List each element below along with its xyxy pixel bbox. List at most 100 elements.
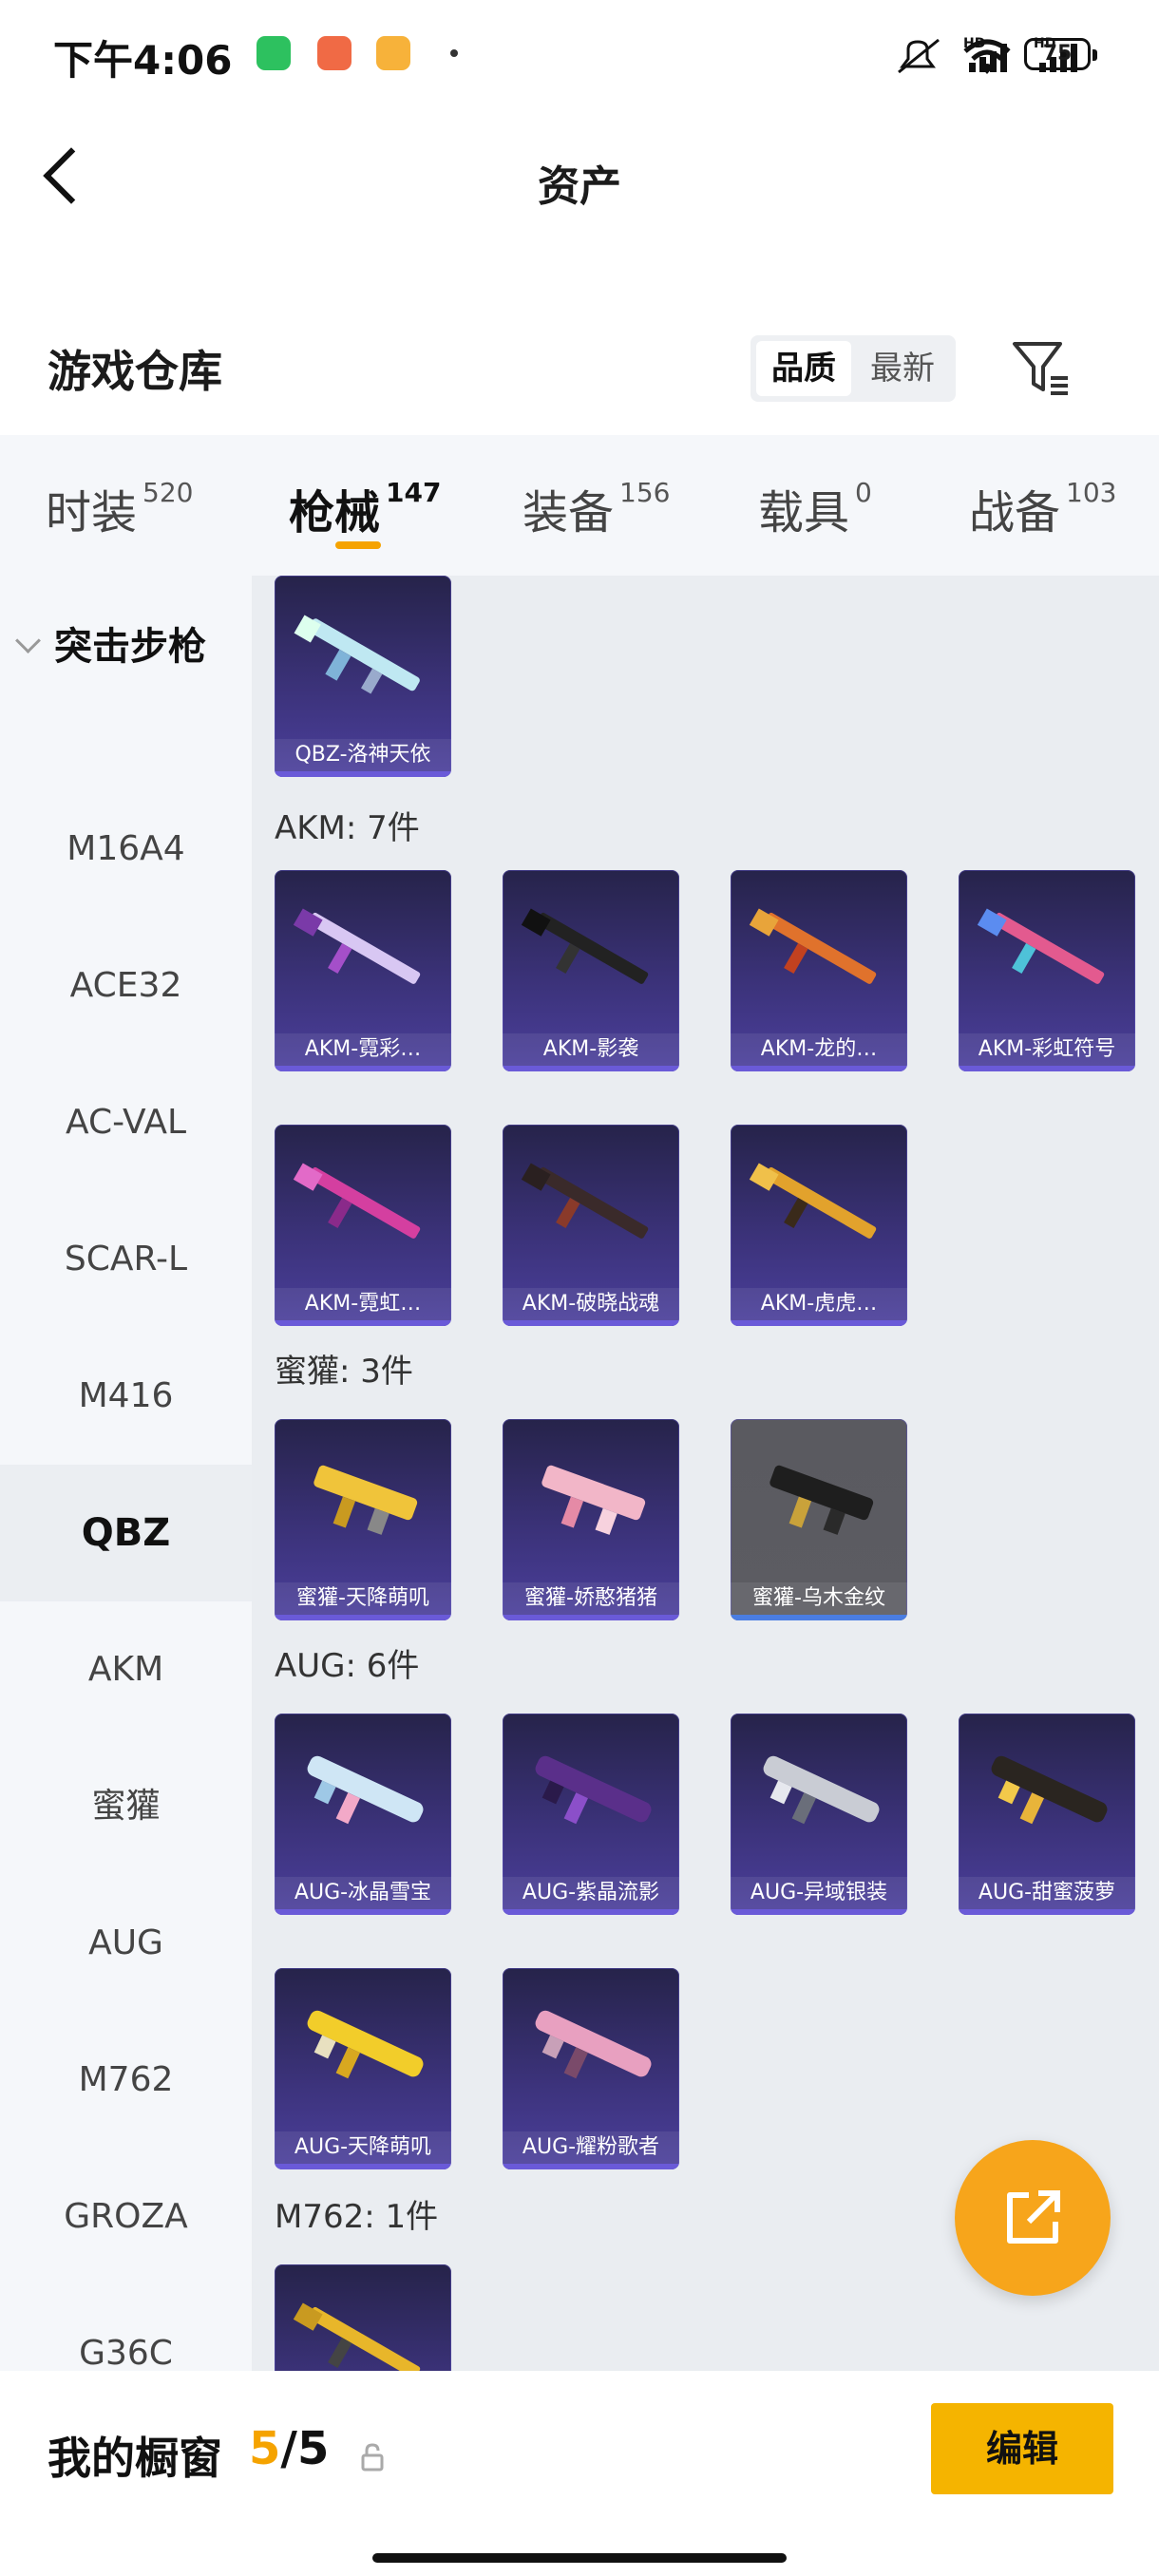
sidebar-item-m16a4[interactable]: M16A4 <box>0 781 252 918</box>
share-button[interactable] <box>955 2140 1111 2296</box>
card-bar <box>275 1066 451 1071</box>
tab-equipment[interactable]: 装备 156 <box>522 475 670 541</box>
edit-button[interactable]: 编辑 <box>931 2403 1113 2494</box>
page-title: 资产 <box>538 162 621 211</box>
group-label-aug: AUG: 6件 <box>275 1647 420 1685</box>
item-card[interactable]: 蜜獾-娇憨猪猪 <box>503 1419 679 1620</box>
tab-label: 枪械 <box>289 486 381 540</box>
filter-icon[interactable] <box>1007 334 1074 401</box>
rifle-icon <box>977 908 1105 984</box>
item-card[interactable]: AKM-虎虎… <box>731 1125 907 1326</box>
rifle-icon <box>749 1163 877 1239</box>
item-card[interactable]: AUG-紫晶流影 <box>503 1714 679 1915</box>
item-name: 蜜獾-天降萌叽 <box>275 1582 451 1615</box>
card-bar <box>503 1909 679 1915</box>
card-bar <box>503 1320 679 1326</box>
card-bar <box>731 1615 907 1620</box>
item-card[interactable]: AUG-甜蜜菠萝 <box>959 1714 1135 1915</box>
tab-firearms[interactable]: 枪械 147 <box>289 475 441 541</box>
item-card[interactable]: AUG-天降萌叽 <box>275 1968 451 2169</box>
item-card[interactable]: AKM-影袭 <box>503 870 679 1071</box>
warehouse-title: 游戏仓库 <box>48 346 222 397</box>
item-card[interactable]: AUG-耀粉歌者 <box>503 1968 679 2169</box>
tab-count: 103 <box>1066 477 1117 508</box>
tab-count: 147 <box>386 477 442 508</box>
active-tab-indicator <box>335 541 381 549</box>
item-card[interactable]: AUG-冰晶雪宝 <box>275 1714 451 1915</box>
item-card[interactable]: AUG-异域银装 <box>731 1714 907 1915</box>
sidebar-item-honey-badger[interactable]: 蜜獾 <box>0 1738 252 1875</box>
smg-icon <box>542 1465 646 1535</box>
item-card[interactable]: 蜜獾-天降萌叽 <box>275 1419 451 1620</box>
rifle-icon <box>521 908 649 984</box>
sidebar-item-ac-val[interactable]: AC-VAL <box>0 1054 252 1191</box>
lock-icon <box>361 2443 384 2472</box>
rifle-icon <box>293 1163 421 1239</box>
item-card[interactable]: AKM-霓彩… <box>275 870 451 1071</box>
rifle-icon <box>521 1163 649 1239</box>
item-name: AKM-影袭 <box>503 1033 679 1066</box>
tab-count: 0 <box>855 477 872 508</box>
home-indicator[interactable] <box>372 2553 787 2563</box>
sidebar-item-m416[interactable]: M416 <box>0 1328 252 1465</box>
sidebar-category-assault-rifles[interactable]: 突击步枪 <box>15 616 206 671</box>
rifle-icon <box>763 1755 880 1825</box>
showcase-label: 我的橱窗 <box>48 2433 222 2484</box>
sidebar-item-qbz[interactable]: QBZ <box>0 1465 252 1601</box>
item-name: AUG-异域银装 <box>731 1877 907 1909</box>
status-time: 下午4:06 <box>53 37 233 84</box>
group-label-m762: M762: 1件 <box>275 2198 439 2236</box>
tab-count: 156 <box>619 477 671 508</box>
sidebar-item-m762[interactable]: M762 <box>0 2012 252 2149</box>
item-name: AKM-彩虹符号 <box>959 1033 1135 1066</box>
item-name: AUG-冰晶雪宝 <box>275 1877 451 1909</box>
rifle-icon <box>307 1755 424 1825</box>
sidebar-item-groza[interactable]: GROZA <box>0 2149 252 2285</box>
sort-quality-button[interactable]: 品质 <box>756 341 851 396</box>
card-bar <box>731 1909 907 1915</box>
weapon-grid: QBZ-洛神天依 AKM: 7件 AKM-霓彩… AKM-影袭 AKM-龙的… … <box>252 576 1159 2371</box>
battery-icon: 75 <box>1024 38 1097 70</box>
item-card[interactable]: AKM-龙的… <box>731 870 907 1071</box>
wifi-icon <box>963 39 1011 74</box>
rifle-icon <box>535 2010 652 2079</box>
item-name: AUG-甜蜜菠萝 <box>959 1877 1135 1909</box>
item-name: AUG-耀粉歌者 <box>503 2131 679 2164</box>
item-card[interactable]: AKM-破晓战魂 <box>503 1125 679 1326</box>
smg-icon <box>314 1465 418 1535</box>
card-bar <box>275 2164 451 2169</box>
sort-newest-button[interactable]: 最新 <box>855 341 950 396</box>
card-bar <box>275 771 451 777</box>
card-bar <box>959 1066 1135 1071</box>
tab-vehicles[interactable]: 载具 0 <box>758 475 872 541</box>
rifle-icon <box>293 2302 421 2371</box>
item-name: 蜜獾-娇憨猪猪 <box>503 1582 679 1615</box>
item-card[interactable]: QBZ-洛神天依 <box>275 576 451 777</box>
tab-label: 载具 <box>758 486 850 540</box>
rifle-icon <box>294 615 420 694</box>
item-name: AKM-霓虹… <box>275 1288 451 1320</box>
showcase-count-used: 5 <box>249 2422 281 2475</box>
rifle-icon <box>749 908 877 984</box>
sidebar-item-ace32[interactable]: ACE32 <box>0 918 252 1054</box>
sidebar-item-scar-l[interactable]: SCAR-L <box>0 1191 252 1328</box>
item-card[interactable]: 蜜獾-乌木金纹 <box>731 1419 907 1620</box>
weapon-sidebar: 突击步枪 M16A4 ACE32 AC-VAL SCAR-L M416 QBZ … <box>0 576 252 2373</box>
wechat-icon <box>256 36 291 70</box>
item-card[interactable]: AKM-彩虹符号 <box>959 870 1135 1071</box>
item-name: 蜜獾-乌木金纹 <box>731 1582 907 1615</box>
sidebar-item-akm[interactable]: AKM <box>0 1601 252 1738</box>
card-bar <box>731 1066 907 1071</box>
notes-app-icon <box>376 36 410 70</box>
tab-combat-gear[interactable]: 战备 103 <box>969 475 1116 541</box>
item-card[interactable]: AKM-霓虹… <box>275 1125 451 1326</box>
tab-label: 装备 <box>522 486 615 540</box>
card-bar <box>731 1320 907 1326</box>
sidebar-item-aug[interactable]: AUG <box>0 1875 252 2012</box>
card-bar <box>503 1066 679 1071</box>
tab-fashion[interactable]: 时装 520 <box>46 475 193 541</box>
card-bar <box>275 1909 451 1915</box>
item-card[interactable] <box>275 2264 451 2371</box>
tab-label: 战备 <box>969 486 1061 540</box>
card-bar <box>503 1615 679 1620</box>
